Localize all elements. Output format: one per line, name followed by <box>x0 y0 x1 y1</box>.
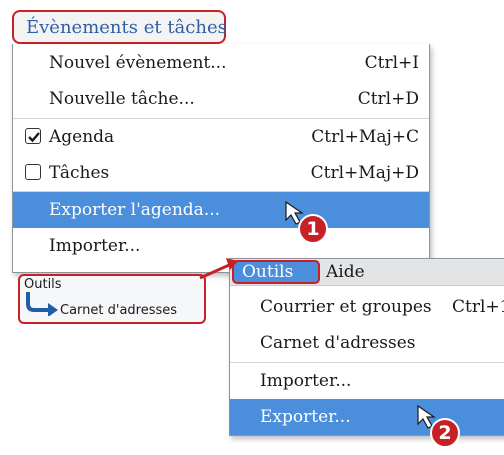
annotation-arrows <box>199 200 436 429</box>
step-badge-1: 1 <box>298 214 328 244</box>
step-badge-2: 2 <box>430 418 460 448</box>
